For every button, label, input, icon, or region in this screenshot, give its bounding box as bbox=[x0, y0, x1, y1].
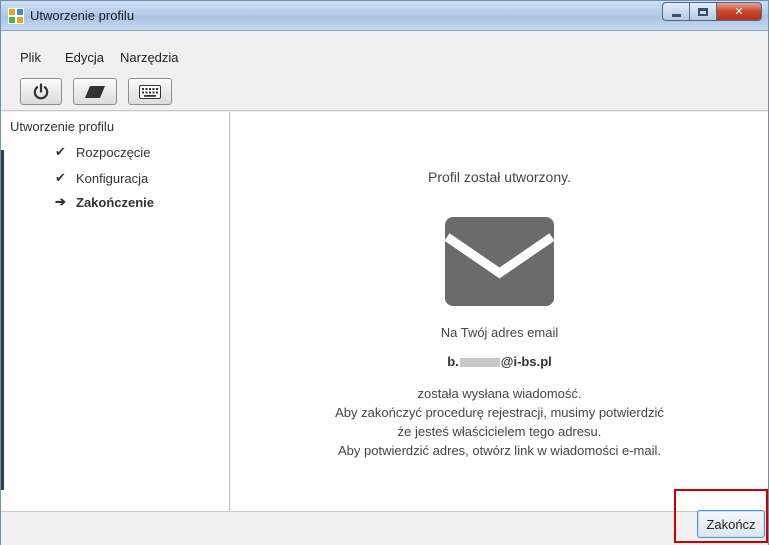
message-line-3: że jesteś właścicielem tego adresu. bbox=[397, 424, 602, 439]
menu-area-spacer bbox=[1, 31, 768, 47]
finish-button[interactable]: Zakończ bbox=[697, 510, 765, 538]
menu-narzedzia[interactable]: Narzędzia bbox=[120, 50, 179, 65]
check-icon: ✔ bbox=[55, 144, 66, 159]
window-title: Utworzenie profilu bbox=[30, 8, 135, 23]
close-button[interactable]: ✕ bbox=[716, 2, 762, 21]
keyboard-icon bbox=[139, 84, 161, 99]
email-lead-text: Na Twój adres email bbox=[440, 325, 559, 340]
app-icon bbox=[8, 8, 24, 24]
step-rozpoczecie: ✔ Rozpoczęcie bbox=[55, 144, 150, 160]
arrow-right-icon: ➔ bbox=[55, 194, 66, 209]
minimize-icon bbox=[671, 13, 681, 17]
keyboard-button[interactable] bbox=[128, 78, 172, 105]
step-label: Konfiguracja bbox=[76, 170, 149, 186]
window-controls: ✕ bbox=[662, 2, 762, 21]
app-window: Utworzenie profilu ✕ Plik Edycja Narzędz… bbox=[0, 0, 769, 545]
step-label: Rozpoczęcie bbox=[76, 144, 151, 160]
clear-button[interactable] bbox=[73, 78, 117, 105]
step-zakonczenie: ➔ Zakończenie bbox=[55, 194, 154, 210]
minimize-button[interactable] bbox=[662, 2, 689, 21]
eraser-icon bbox=[85, 85, 105, 98]
steps-root-label: Utworzenie profilu bbox=[10, 119, 115, 134]
message-line-4: Aby potwierdzić adres, otwórz link w wia… bbox=[338, 443, 661, 458]
left-edge-bar bbox=[1, 150, 4, 490]
toolbar bbox=[1, 73, 768, 111]
email-prefix: b. bbox=[447, 354, 459, 369]
step-konfiguracja: ✔ Konfiguracja bbox=[55, 170, 148, 186]
power-icon bbox=[33, 82, 49, 99]
envelope-icon bbox=[445, 217, 554, 306]
step-label: Zakończenie bbox=[76, 194, 155, 210]
maximize-button[interactable] bbox=[689, 2, 716, 21]
maximize-icon bbox=[698, 7, 708, 16]
email-suffix: @i-bs.pl bbox=[500, 354, 552, 369]
menu-edycja[interactable]: Edycja bbox=[65, 50, 104, 65]
left-edge bbox=[1, 112, 9, 511]
title-bar[interactable]: Utworzenie profilu ✕ bbox=[1, 1, 768, 31]
close-icon: ✕ bbox=[734, 5, 744, 18]
menu-plik[interactable]: Plik bbox=[20, 50, 41, 65]
redacted-mask bbox=[459, 358, 500, 368]
menu-bar: Plik Edycja Narzędzia bbox=[1, 47, 768, 69]
power-button[interactable] bbox=[20, 78, 62, 105]
check-icon: ✔ bbox=[55, 170, 66, 185]
message-line-1: została wysłana wiadomość. bbox=[417, 386, 582, 401]
message-line-2: Aby zakończyć procedurę rejestracji, mus… bbox=[335, 405, 664, 420]
email-address: b. @i-bs.pl bbox=[231, 354, 768, 369]
status-message: Profil został utworzony. bbox=[428, 169, 571, 185]
bottom-bar bbox=[1, 511, 768, 545]
